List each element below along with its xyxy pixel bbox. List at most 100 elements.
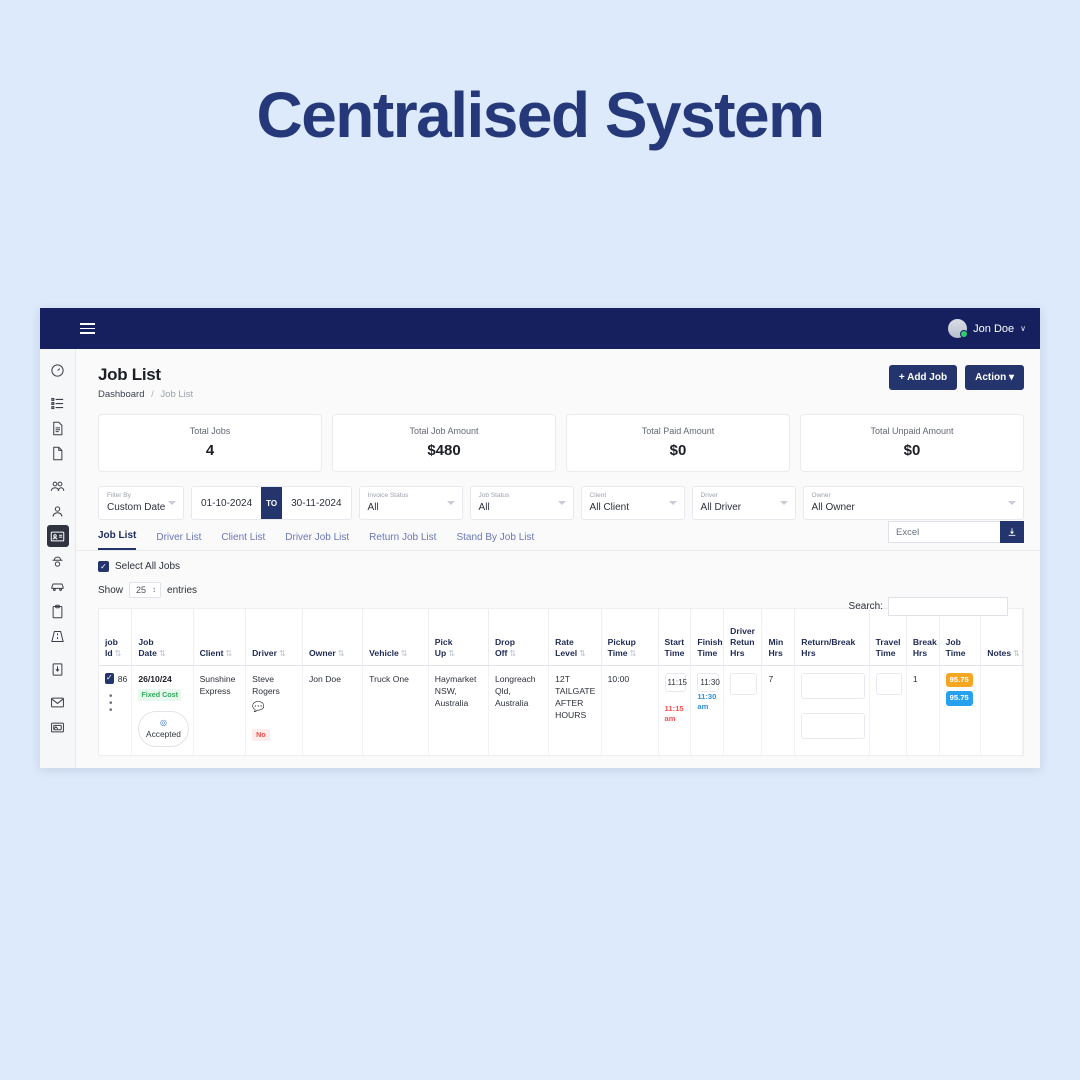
job-table-container[interactable]: job Id ⇅ Job Date ⇅ Client ⇅ Driver ⇅ Ow… bbox=[98, 608, 1024, 756]
sidebar-item-clipboard[interactable] bbox=[47, 600, 69, 622]
finish-time-input[interactable]: 11:30 bbox=[697, 672, 720, 692]
cell-notes bbox=[980, 665, 1023, 755]
add-job-button[interactable]: + Add Job bbox=[888, 365, 958, 390]
col-line2: Hrs bbox=[801, 647, 816, 658]
start-time-input[interactable]: 11:15 bbox=[664, 672, 687, 692]
col-notes[interactable]: Notes ⇅ bbox=[980, 609, 1023, 666]
col-return-break-hrs[interactable]: Return/Break Hrs bbox=[794, 609, 870, 666]
owner-label: Owner bbox=[811, 492, 831, 500]
col-travel-time[interactable]: Travel Time bbox=[869, 609, 907, 666]
sidebar-item-mail-image[interactable] bbox=[47, 716, 69, 738]
sort-icon[interactable]: ⇅ bbox=[338, 649, 345, 658]
stat-label: Total Paid Amount bbox=[641, 426, 715, 436]
driver-return-hrs-input[interactable] bbox=[730, 672, 758, 695]
invoice-status-select[interactable]: Invoice Status All bbox=[358, 486, 463, 520]
sidebar-item-people[interactable] bbox=[47, 475, 69, 497]
col-pickup-time[interactable]: Pickup Time ⇅ bbox=[601, 609, 659, 666]
col-driver[interactable]: Driver ⇅ bbox=[245, 609, 303, 666]
cell-return-break-hrs bbox=[794, 665, 870, 755]
sort-icon[interactable]: ⇅ bbox=[159, 649, 166, 658]
col-pick-up[interactable]: Pick Up ⇅ bbox=[428, 609, 489, 666]
col-break-hrs[interactable]: Break Hrs bbox=[906, 609, 940, 666]
sort-icon[interactable]: ⇅ bbox=[1013, 649, 1020, 658]
driver-select[interactable]: Driver All Driver bbox=[691, 486, 796, 520]
col-driver-return-hrs[interactable]: Driver Retun Hrs bbox=[723, 609, 763, 666]
return-break-hrs-input-2[interactable] bbox=[801, 712, 865, 739]
col-finish-time[interactable]: Finish Time bbox=[690, 609, 725, 666]
breadcrumb-separator: / bbox=[151, 389, 154, 400]
col-drop-off[interactable]: Drop Off ⇅ bbox=[488, 609, 550, 666]
sidebar-item-download[interactable] bbox=[47, 658, 69, 680]
status-badge[interactable]: ◎ Accepted bbox=[138, 710, 189, 747]
stat-value: 4 bbox=[205, 442, 215, 459]
tab-client-list[interactable]: Client List bbox=[221, 532, 265, 550]
sort-icon[interactable]: ⇅ bbox=[225, 649, 232, 658]
tab-stand-by-job-list[interactable]: Stand By Job List bbox=[456, 532, 534, 550]
sidebar-item-file[interactable] bbox=[47, 442, 69, 464]
main-content: Job List Dashboard / Job List + Add Job … bbox=[76, 349, 1040, 768]
sidebar-item-envelope[interactable] bbox=[47, 691, 69, 713]
sort-icon[interactable]: ⇅ bbox=[579, 649, 586, 658]
cell-job-date: 26/10/24 Fixed Cost ◎ Accepted bbox=[131, 665, 194, 755]
sidebar-item-list[interactable] bbox=[47, 392, 69, 414]
user-menu[interactable]: Jon Doe ∨ bbox=[948, 319, 1026, 338]
job-status-select[interactable]: Job Status All bbox=[469, 486, 574, 520]
fixed-cost-badge: Fixed Cost bbox=[138, 688, 182, 701]
tab-bar: Job List Driver List Client List Driver … bbox=[76, 520, 1040, 551]
chat-icon[interactable]: 💬 bbox=[252, 701, 264, 715]
sidebar-item-dashboard[interactable] bbox=[47, 359, 69, 381]
sidebar-item-car[interactable] bbox=[47, 575, 69, 597]
tab-driver-job-list[interactable]: Driver Job List bbox=[285, 532, 349, 550]
sidebar-item-road[interactable] bbox=[47, 625, 69, 647]
sidebar-item-driver[interactable] bbox=[47, 550, 69, 572]
filter-by-select[interactable]: Filter By Custom Date bbox=[98, 486, 184, 520]
date-from-value[interactable]: 01-10-2024 bbox=[192, 487, 261, 519]
breadcrumb-root[interactable]: Dashboard bbox=[98, 389, 144, 400]
sidebar-item-document[interactable] bbox=[47, 417, 69, 439]
tab-job-list[interactable]: Job List bbox=[98, 530, 137, 550]
date-range-picker[interactable]: 01-10-2024 TO 30-11-2024 bbox=[191, 486, 352, 520]
travel-time-input[interactable] bbox=[875, 672, 902, 695]
col-start-time[interactable]: Start Time bbox=[658, 609, 692, 666]
tab-return-job-list[interactable]: Return Job List bbox=[369, 532, 436, 550]
action-dropdown-button[interactable]: Action ▾ bbox=[965, 365, 1024, 390]
driver-value: All Driver bbox=[700, 501, 742, 513]
return-break-hrs-input-1[interactable] bbox=[801, 672, 865, 699]
date-to-value[interactable]: 30-11-2024 bbox=[282, 487, 350, 519]
owner-select[interactable]: Owner All Owner bbox=[802, 486, 1024, 520]
hamburger-icon[interactable] bbox=[80, 323, 95, 334]
col-line2: Time bbox=[875, 647, 896, 658]
client-select[interactable]: Client All Client bbox=[580, 486, 685, 520]
export-format-input[interactable]: Excel bbox=[888, 521, 1000, 543]
select-all-checkbox[interactable]: ✓ bbox=[98, 561, 109, 572]
table-row[interactable]: ✓ 86 • • • 26/10/24 Fixed Cost ◎ Accepte… bbox=[99, 665, 1023, 755]
col-client[interactable]: Client ⇅ bbox=[193, 609, 247, 666]
row-menu-icon[interactable]: • • • bbox=[109, 691, 127, 715]
sidebar-item-person[interactable] bbox=[47, 500, 69, 522]
col-owner[interactable]: Owner ⇅ bbox=[302, 609, 364, 666]
col-min-hrs[interactable]: Min Hrs bbox=[761, 609, 796, 666]
select-all-jobs[interactable]: ✓ Select All Jobs bbox=[98, 561, 1024, 572]
col-line2: Hrs bbox=[730, 647, 745, 658]
sort-icon[interactable]: ⇅ bbox=[509, 649, 516, 658]
col-rate-level[interactable]: Rate Level ⇅ bbox=[548, 609, 602, 666]
sort-icon[interactable]: ⇅ bbox=[401, 649, 408, 658]
col-job-date[interactable]: Job Date ⇅ bbox=[131, 609, 194, 666]
col-job-id[interactable]: job Id ⇅ bbox=[99, 609, 133, 666]
sort-icon[interactable]: ⇅ bbox=[630, 649, 637, 658]
sort-icon[interactable]: ⇅ bbox=[448, 649, 455, 658]
row-checkbox[interactable]: ✓ bbox=[105, 672, 114, 684]
cell-pickup-time: 10:00 bbox=[601, 665, 659, 755]
tab-driver-list[interactable]: Driver List bbox=[156, 532, 201, 550]
sidebar-item-id-card[interactable] bbox=[46, 525, 69, 547]
export-download-button[interactable] bbox=[1000, 521, 1024, 543]
entries-per-page-select[interactable]: 25 bbox=[129, 582, 162, 598]
sort-icon[interactable]: ⇅ bbox=[115, 649, 122, 658]
col-vehicle[interactable]: Vehicle ⇅ bbox=[362, 609, 429, 666]
client-value: All Client bbox=[589, 501, 630, 513]
col-job-time[interactable]: Job Time bbox=[939, 609, 982, 666]
sort-icon[interactable]: ⇅ bbox=[279, 649, 286, 658]
stat-card-total-jobs: Total Jobs 4 bbox=[98, 414, 322, 472]
cell-travel-time bbox=[869, 665, 907, 755]
search-input[interactable] bbox=[888, 597, 1008, 616]
